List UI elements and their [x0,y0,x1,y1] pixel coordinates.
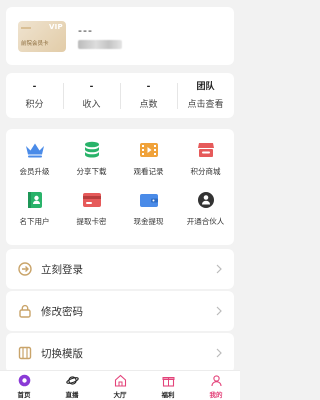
menu-label: 切换模版 [41,347,83,360]
grid-item-cash-withdraw[interactable]: 现金提现 [120,187,177,237]
chevron-right-icon [214,264,224,274]
grid-label: 会员升级 [19,167,50,176]
crown-icon [24,139,46,161]
grid-label: 开通合伙人 [186,217,225,226]
tab-label: 我的 [209,391,223,399]
planet-icon [65,374,79,387]
stat-label: 收入 [82,99,101,110]
tab-hall[interactable]: 大厅 [96,371,144,400]
hall-icon [114,374,127,387]
stat-value: - [146,81,151,92]
lock-icon [18,304,32,318]
member-card[interactable]: VIP 前院会员卡 --- [6,7,234,65]
tab-home[interactable]: 首页 [0,371,48,400]
grid-item-extract-card[interactable]: 提取卡密 [63,187,120,237]
menu-label: 修改密码 [41,305,83,318]
menu-login[interactable]: 立刻登录 [6,249,234,289]
grid-item-share-download[interactable]: 分享下载 [63,137,120,187]
tab-label: 首页 [17,391,31,399]
database-icon [81,139,103,161]
vip-card-stripe [21,27,31,29]
grid-label: 提取卡密 [76,217,107,226]
stat-value: 团队 [196,81,215,92]
tab-label: 直播 [65,391,79,399]
menu-change-password[interactable]: 修改密码 [6,291,234,331]
stat-income[interactable]: - 收入 [63,81,120,111]
stat-label: 积分 [25,99,44,110]
grid-item-watch-history[interactable]: 观看记录 [120,137,177,187]
shop-icon [195,139,217,161]
chevron-right-icon [214,306,224,316]
stat-value: - [89,81,94,92]
login-icon [18,262,32,276]
menu-label: 立刻登录 [41,263,83,276]
gift-icon [162,374,175,387]
partner-icon [195,189,217,211]
member-id-blurred [78,40,122,49]
vip-mark: VIP [48,23,63,31]
tab-mine[interactable]: 我的 [192,371,240,400]
grid-label: 分享下载 [76,167,107,176]
template-icon [18,346,32,360]
function-grid: 会员升级 分享下载 观看记录 积分商城 名下用户 提取卡密 现金提现 开通合伙人 [6,129,234,245]
grid-label: 观看记录 [133,167,164,176]
chevron-right-icon [214,348,224,358]
user-book-icon [24,189,46,211]
stat-credits[interactable]: - 点数 [120,81,177,111]
grid-label: 名下用户 [19,217,50,226]
profile-icon [210,374,223,387]
stat-label: 点击查看 [187,99,224,110]
stat-value: - [32,81,37,92]
grid-item-member-upgrade[interactable]: 会员升级 [6,137,63,187]
menu-switch-template[interactable]: 切换模版 [6,333,234,373]
wallet-icon [138,189,160,211]
stat-label: 点数 [139,99,158,110]
tab-live[interactable]: 直播 [48,371,96,400]
vip-card-label: 前院会员卡 [21,41,49,47]
tab-label: 大厅 [113,391,127,399]
grid-item-my-users[interactable]: 名下用户 [6,187,63,237]
card-icon [81,189,103,211]
stat-points[interactable]: - 积分 [6,81,63,111]
vip-card-image: VIP 前院会员卡 [18,21,66,52]
grid-item-points-mall[interactable]: 积分商城 [177,137,234,187]
stat-team[interactable]: 团队 点击查看 [177,81,234,111]
home-icon [18,374,31,387]
grid-label: 现金提现 [133,217,164,226]
grid-label: 积分商城 [190,167,221,176]
film-icon [138,139,160,161]
grid-item-become-partner[interactable]: 开通合伙人 [177,187,234,237]
tab-label: 福利 [161,391,175,399]
tab-welfare[interactable]: 福利 [144,371,192,400]
bottom-tab-bar: 首页 直播 大厅 福利 我的 [0,370,240,400]
member-name: --- [78,24,93,37]
stats-card: - 积分 - 收入 - 点数 团队 点击查看 [6,73,234,118]
